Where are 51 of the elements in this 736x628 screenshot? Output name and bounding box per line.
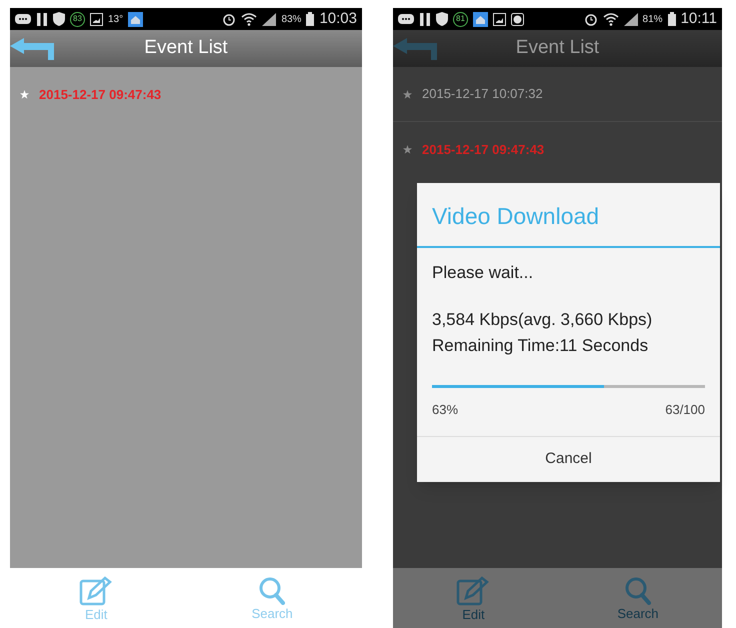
remaining-time-text: Remaining Time:11 Seconds <box>432 334 650 356</box>
home-icon <box>473 12 488 26</box>
battery-saver-badge: 83 <box>70 12 85 26</box>
clock-time: 10:11 <box>680 8 717 29</box>
message-icon <box>15 13 31 25</box>
temperature-text: 13° <box>108 12 124 26</box>
picture-icon <box>90 12 103 26</box>
progress-count: 63/100 <box>665 401 705 419</box>
wifi-icon <box>241 12 258 26</box>
event-time: 2015-12-17 09:47:43 <box>422 140 544 159</box>
speed-text: 3,584 Kbps(avg. 3,660 Kbps) <box>432 309 654 331</box>
event-row[interactable]: 2015-12-17 09:47:43 <box>393 122 722 177</box>
toolbar-button[interactable]: Search <box>617 576 659 620</box>
back-arrow-icon[interactable] <box>10 38 56 60</box>
picture-icon <box>493 12 506 26</box>
dialog-title: Video Download <box>417 183 720 248</box>
shield-icon <box>436 12 448 26</box>
pause-icon <box>36 12 48 26</box>
edit-icon <box>79 576 114 606</box>
star-icon <box>403 90 412 98</box>
cancel-button[interactable]: Cancel <box>417 436 720 482</box>
signal-icon <box>262 12 276 26</box>
toolbar-button[interactable]: Search <box>252 576 293 620</box>
battery-icon <box>306 12 314 26</box>
toolbar-button[interactable]: Edit <box>79 576 114 620</box>
battery-saver-badge: 81 <box>453 12 468 26</box>
event-row[interactable]: 2015-12-17 10:07:32 <box>393 67 722 122</box>
search-icon <box>624 576 651 604</box>
clock-time: 10:03 <box>319 8 357 29</box>
wait-message: Please wait... <box>432 262 534 284</box>
wifi-icon <box>602 12 619 26</box>
event-row[interactable]: 2015-12-17 09:47:43 <box>10 67 362 122</box>
screen-title: Event List <box>516 36 600 60</box>
progress-percent: 63% <box>432 401 458 419</box>
pause-icon <box>419 12 431 26</box>
screen-title: Event List <box>144 36 228 60</box>
back-arrow-icon[interactable] <box>393 38 439 60</box>
battery-percent: 81% <box>642 12 663 26</box>
edit-icon <box>456 576 490 606</box>
message-icon <box>398 13 414 25</box>
star-icon <box>20 90 29 99</box>
shield-icon <box>53 12 65 26</box>
home-icon <box>128 12 144 26</box>
search-icon <box>259 576 286 604</box>
battery-icon <box>668 12 676 26</box>
event-time: 2015-12-17 10:07:32 <box>422 85 543 104</box>
signal-icon <box>624 12 638 26</box>
toolbar-button[interactable]: Edit <box>456 576 490 620</box>
battery-percent: 83% <box>281 12 302 26</box>
event-time: 2015-12-17 09:47:43 <box>39 86 162 104</box>
star-icon <box>403 145 412 154</box>
